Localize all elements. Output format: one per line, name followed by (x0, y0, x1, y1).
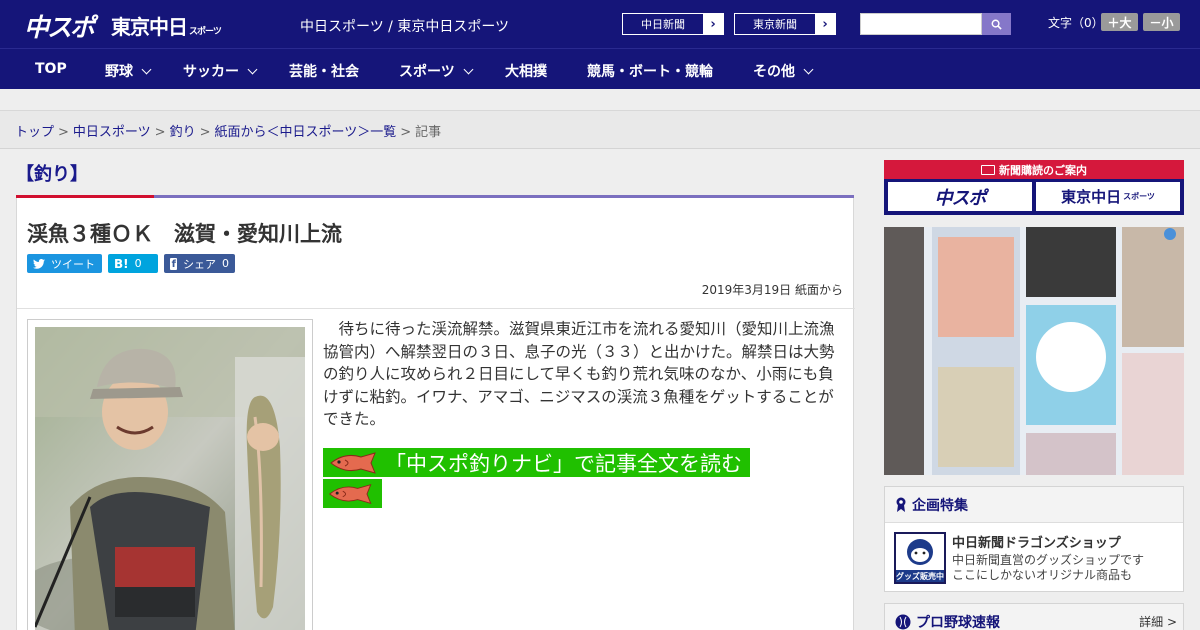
font-size-label: 文字（0） (1048, 16, 1104, 30)
feature-box: 企画特集 グッズ販売中 中日新聞ドラゴンズショップ 中日新聞直営のグッズショップ… (884, 486, 1184, 592)
nav-label: 競馬・ボート・競輪 (587, 64, 713, 80)
nav-item-baseball[interactable]: 野球 (105, 61, 152, 81)
chevron-down-icon (141, 64, 152, 74)
chevron-right-icon: › (815, 14, 835, 34)
baseball-details-link[interactable]: 詳細 > (1139, 613, 1177, 630)
feature-title[interactable]: 中日新聞ドラゴンズショップ (952, 532, 1121, 551)
tweet-label: ツイート (51, 257, 95, 271)
feature-header: 企画特集 (885, 487, 1183, 523)
fishing-navi-link[interactable]: 「中スポ釣りナビ」で記事全文を読む (323, 448, 750, 477)
newspaper-icon (981, 164, 995, 175)
search-button[interactable] (982, 13, 1011, 35)
photo-angler-with-fish (35, 327, 305, 630)
nav-label: その他 (753, 64, 795, 80)
breadcrumb-separator: > (400, 125, 412, 140)
advertisement[interactable] (884, 227, 1184, 475)
search-icon (991, 19, 1002, 30)
nav-item-others[interactable]: その他 (753, 61, 814, 81)
nav-item-keiba[interactable]: 競馬・ボート・競輪 (587, 61, 713, 81)
tokyo-shimbun-link[interactable]: 東京新聞 › (734, 13, 836, 35)
chuspo-logo[interactable]: 中スポ (24, 8, 95, 44)
site-title: 中日スポーツ / 東京中日スポーツ (300, 19, 510, 35)
breadcrumb-separator: > (58, 125, 69, 140)
tokyo-logo-sub: スポーツ (189, 27, 222, 37)
nav-label: 野球 (105, 64, 133, 80)
baseball-header: プロ野球速報 (895, 612, 1000, 630)
dragons-shop-image: グッズ販売中 (894, 532, 946, 584)
award-ribbon-icon (896, 497, 906, 512)
chunichi-shimbun-link[interactable]: 中日新聞 › (622, 13, 724, 35)
font-smaller-button[interactable]: －小 (1143, 13, 1180, 31)
facebook-share-count: 0 (222, 257, 229, 270)
feature-header-label: 企画特集 (912, 497, 968, 514)
nav-label: 大相撲 (505, 64, 547, 80)
subscribe-tokyo-label: 東京中日 (1061, 188, 1122, 206)
breadcrumb-print-list[interactable]: 紙面から＜中日スポーツ＞一覧 (215, 125, 397, 140)
chevron-down-icon (803, 64, 814, 74)
nav-label: スポーツ (399, 64, 455, 80)
breadcrumb-separator: > (154, 125, 166, 140)
nav-label: TOP (35, 61, 67, 77)
nav-item-sumo[interactable]: 大相撲 (505, 61, 547, 81)
site-header: 中スポ 東京中日 スポーツ 中日スポーツ / 東京中日スポーツ 中日新聞 › 東京… (0, 0, 1200, 48)
subscribe-tokyo-sub: スポーツ (1123, 192, 1155, 201)
tokyo-shimbun-label: 東京新聞 (753, 18, 797, 31)
article-lead: 待ちに待った渓流解禁。滋賀県東近江市を流れる愛知川（愛知川上流漁協管内）へ解禁翌… (323, 320, 835, 428)
breadcrumb-top[interactable]: トップ (15, 125, 54, 140)
feature-image-caption: グッズ販売中 (896, 572, 944, 581)
divider (17, 308, 855, 309)
hatena-icon: B! (114, 256, 129, 271)
chunichi-shimbun-label: 中日新聞 (641, 18, 685, 31)
tokyo-logo-text: 東京中日 (111, 15, 188, 39)
font-larger-button[interactable]: ＋大 (1101, 13, 1138, 31)
subscription-header-label: 新聞購読のご案内 (999, 163, 1087, 177)
breadcrumb-chunichi-sports[interactable]: 中日スポーツ (73, 125, 151, 140)
hatena-bookmark-button[interactable]: B! 0 (108, 254, 158, 273)
fishing-navi-label: 「中スポ釣りナビ」で記事全文を読む (385, 451, 742, 476)
baseball-icon (895, 614, 911, 630)
nav-item-entertainment[interactable]: 芸能・社会 (289, 61, 359, 81)
breadcrumb: トップ > 中日スポーツ > 釣り > 紙面から＜中日スポーツ＞一覧 > 記事 (0, 111, 1200, 149)
section-label: 【釣り】 (16, 164, 88, 185)
facebook-share-button[interactable]: f シェア 0 (164, 254, 235, 273)
chevron-down-icon (463, 64, 474, 74)
subscribe-chuspo-button[interactable]: 中スポ (888, 182, 1032, 211)
header-spacer (0, 89, 1200, 111)
breadcrumb-current: 記事 (415, 125, 442, 140)
search-input[interactable] (860, 13, 982, 35)
baseball-header-label: プロ野球速報 (916, 615, 1000, 630)
tokyo-chunichi-logo[interactable]: 東京中日 スポーツ (111, 11, 222, 40)
facebook-icon: f (170, 257, 177, 270)
nav-label: サッカー (183, 64, 239, 80)
facebook-share-label: シェア (183, 257, 216, 271)
feature-desc-line: 中日新聞直営のグッズショップです (952, 553, 1145, 567)
fishing-navi-icon-link[interactable] (323, 479, 382, 508)
subscribe-tokyo-chunichi-button[interactable]: 東京中日 スポーツ (1036, 182, 1180, 211)
breadcrumb-fishing[interactable]: 釣り (170, 125, 196, 140)
main-nav: TOP 野球 サッカー 芸能・社会 スポーツ 大相撲 競馬・ボート・競輪 その他 (0, 48, 1200, 89)
article-date: 2019年3月19日 紙面から (701, 283, 843, 297)
feature-desc-line: ここにしかないオリジナル商品も (952, 568, 1133, 582)
article: 渓魚３種ＯＫ 滋賀・愛知川上流 ツイート B! 0 f シェア 0 2019年3… (16, 198, 855, 630)
nav-item-sports[interactable]: スポーツ (399, 61, 474, 81)
article-title: 渓魚３種ＯＫ 滋賀・愛知川上流 (27, 222, 342, 246)
breadcrumb-separator: > (199, 125, 211, 140)
feature-item[interactable]: グッズ販売中 中日新聞ドラゴンズショップ 中日新聞直営のグッズショップです ここ… (885, 523, 1183, 593)
chevron-right-icon: › (703, 14, 723, 34)
fish-icon (328, 483, 371, 504)
nav-item-soccer[interactable]: サッカー (183, 61, 258, 81)
article-photo[interactable] (27, 319, 313, 630)
hatena-count: 0 (134, 257, 142, 270)
fish-icon (330, 451, 376, 474)
baseball-scores-box: プロ野球速報 詳細 > (884, 603, 1184, 630)
nav-item-top[interactable]: TOP (35, 61, 67, 77)
chevron-down-icon (247, 64, 258, 74)
tweet-button[interactable]: ツイート (27, 254, 102, 273)
twitter-icon (33, 258, 45, 269)
subscription-header[interactable]: 新聞購読のご案内 (884, 160, 1184, 179)
nav-label: 芸能・社会 (289, 64, 359, 80)
feature-description: 中日新聞直営のグッズショップです ここにしかないオリジナル商品も (952, 553, 1177, 583)
